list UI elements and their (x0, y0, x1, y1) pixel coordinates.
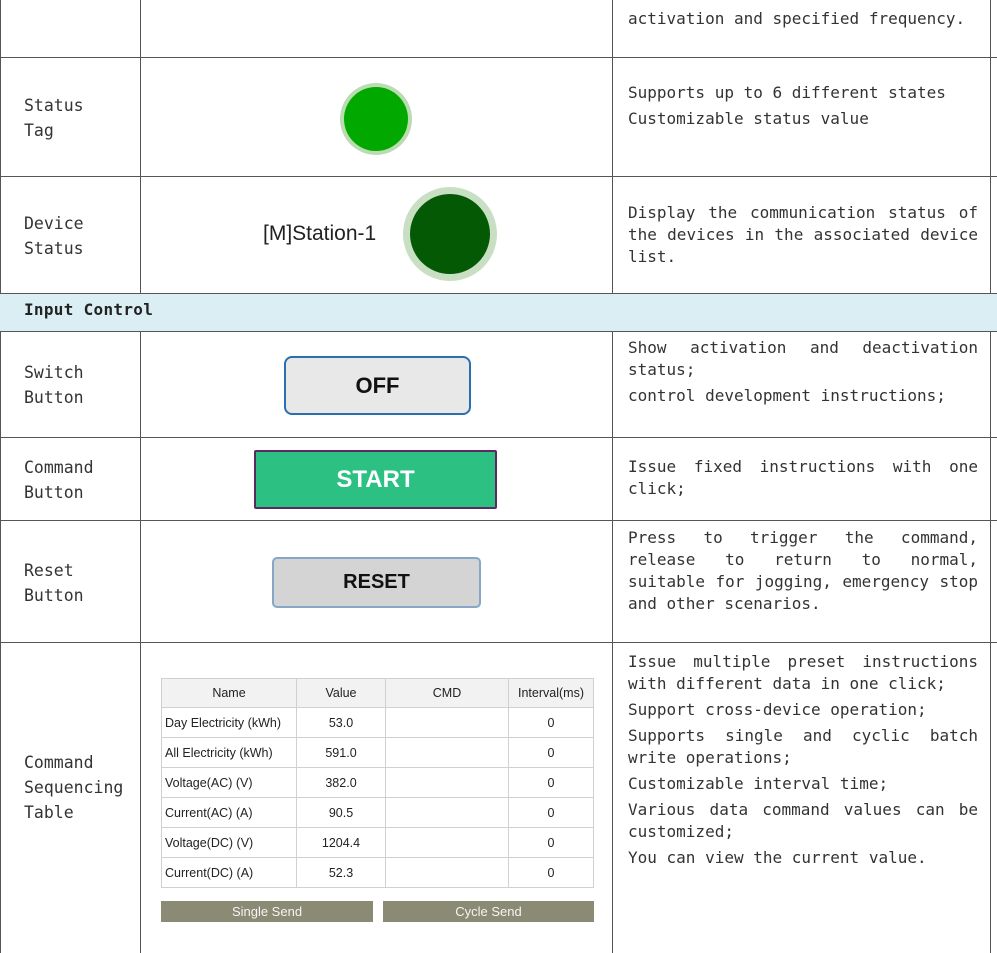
device-status-name: Device Status (24, 214, 84, 258)
single-send-button[interactable]: Single Send (161, 901, 373, 922)
device-station-label: [M]Station-1 (263, 222, 377, 245)
description-line: Display the communication status of the … (628, 203, 978, 266)
cell-name: Current(AC) (A) (161, 797, 297, 828)
status-tag-indicator (340, 83, 412, 155)
device-status-description: Display the communication status of the … (628, 202, 978, 268)
table-row[interactable]: Current(DC) (A) 52.3 0 (161, 857, 594, 888)
status-tag-description: Supports up to 6 different states Custom… (628, 82, 978, 130)
switch-button-description: Show activation and deactivation status;… (628, 337, 978, 407)
cell-name: Current(DC) (A) (161, 857, 297, 888)
reset-button[interactable]: RESET (272, 557, 481, 608)
switch-off-button[interactable]: OFF (284, 356, 471, 415)
description-line: Customizable interval time; (628, 774, 889, 793)
cell-cmd[interactable] (385, 707, 509, 738)
table-border-right (990, 0, 991, 953)
switch-button-name: Switch Button (24, 363, 84, 407)
description-line: Various data command values can be custo… (628, 800, 978, 841)
column-divider-2 (612, 0, 613, 953)
description-line: activation and specified frequency. (628, 9, 966, 28)
status-tag-name: Status Tag (24, 96, 84, 140)
table-row[interactable]: Voltage(AC) (V) 382.0 0 (161, 767, 594, 798)
cell-value: 1204.4 (296, 827, 386, 858)
row-divider (0, 57, 997, 58)
cell-interval[interactable]: 0 (508, 767, 594, 798)
cell-cmd[interactable] (385, 767, 509, 798)
column-divider-1 (140, 0, 141, 953)
cell-name: Voltage(AC) (V) (161, 767, 297, 798)
section-header-input-control: Input Control (24, 300, 154, 319)
command-button-description: Issue fixed instructions with one click; (628, 456, 978, 500)
table-border-left (0, 0, 1, 953)
cell-cmd[interactable] (385, 827, 509, 858)
description-line: Press to trigger the command, release to… (628, 528, 978, 613)
cycle-send-button[interactable]: Cycle Send (383, 901, 594, 922)
cell-value: 382.0 (296, 767, 386, 798)
top-partial-description: activation and specified frequency. (628, 8, 978, 30)
description-line: Support cross-device operation; (628, 700, 927, 719)
table-row[interactable]: All Electricity (kWh) 591.0 0 (161, 737, 594, 768)
command-sequencing-table-name: Command Sequencing Table (24, 753, 124, 822)
command-sequencing-table-description: Issue multiple preset instructions with … (628, 651, 978, 869)
column-header-name: Name (161, 678, 297, 708)
description-line: control development instructions; (628, 386, 946, 405)
cell-value: 53.0 (296, 707, 386, 738)
section-header-fill (141, 294, 990, 331)
table-row[interactable]: Day Electricity (kWh) 53.0 0 (161, 707, 594, 738)
column-header-value: Value (296, 678, 386, 708)
description-line: Issue multiple preset instructions with … (628, 652, 978, 693)
cell-value: 591.0 (296, 737, 386, 768)
row-divider (0, 520, 997, 521)
command-sequencing-table: Name Value CMD Interval(ms) Day Electric… (161, 678, 594, 888)
description-line: Show activation and deactivation status; (628, 338, 978, 379)
cell-cmd[interactable] (385, 737, 509, 768)
column-header-cmd: CMD (385, 678, 509, 708)
row-divider (0, 331, 997, 332)
cell-interval[interactable]: 0 (508, 737, 594, 768)
cell-interval[interactable]: 0 (508, 857, 594, 888)
description-line: Supports single and cyclic batch write o… (628, 726, 978, 767)
cell-name: Voltage(DC) (V) (161, 827, 297, 858)
cell-name: Day Electricity (kWh) (161, 707, 297, 738)
table-row[interactable]: Current(AC) (A) 90.5 0 (161, 797, 594, 828)
column-header-interval: Interval(ms) (508, 678, 594, 708)
start-command-button[interactable]: START (254, 450, 497, 509)
description-line: Customizable status value (628, 109, 869, 128)
description-line: Issue fixed instructions with one click; (628, 457, 978, 498)
description-line: Supports up to 6 different states (628, 83, 946, 102)
cell-name: All Electricity (kWh) (161, 737, 297, 768)
row-divider (0, 437, 997, 438)
cell-interval[interactable]: 0 (508, 707, 594, 738)
cell-interval[interactable]: 0 (508, 797, 594, 828)
command-button-name: Command Button (24, 458, 94, 502)
cell-interval[interactable]: 0 (508, 827, 594, 858)
table-row[interactable]: Voltage(DC) (V) 1204.4 0 (161, 827, 594, 858)
device-status-indicator (403, 187, 497, 281)
description-line: You can view the current value. (628, 848, 927, 867)
reset-button-description: Press to trigger the command, release to… (628, 527, 978, 615)
cell-value: 52.3 (296, 857, 386, 888)
reset-button-name: Reset Button (24, 561, 84, 605)
row-divider (0, 642, 997, 643)
cell-cmd[interactable] (385, 857, 509, 888)
cell-cmd[interactable] (385, 797, 509, 828)
row-divider (0, 176, 997, 177)
cell-value: 90.5 (296, 797, 386, 828)
